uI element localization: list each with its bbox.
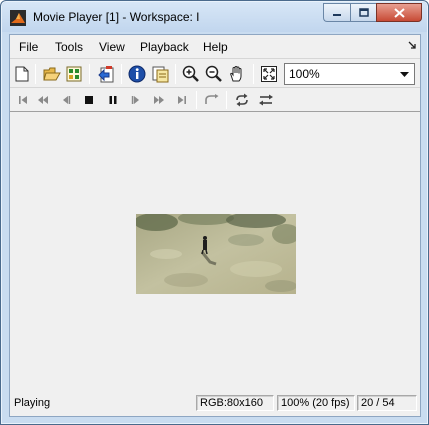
fast-forward-button[interactable] (150, 91, 168, 109)
toolbar-separator (89, 64, 90, 84)
new-icon (15, 66, 29, 82)
go-to-first-icon (19, 96, 27, 104)
play-direction-button[interactable] (257, 91, 275, 109)
import-button[interactable] (64, 64, 84, 84)
toolbar-separator (226, 91, 227, 109)
go-to-last-button[interactable] (173, 91, 191, 109)
loop-button[interactable] (233, 91, 251, 109)
info-icon (128, 65, 146, 83)
dock-arrow-icon[interactable] (408, 41, 416, 49)
import-icon (66, 66, 82, 82)
step-back-icon (63, 96, 71, 104)
properties-icon (152, 66, 169, 83)
close-button[interactable] (376, 3, 422, 22)
stop-button[interactable] (80, 91, 98, 109)
info-button[interactable] (127, 64, 147, 84)
toolbar-separator (35, 64, 36, 84)
playback-toolbar (10, 89, 420, 112)
movie-frame-image-graphic (136, 214, 296, 294)
frame-counter: 20 / 54 (357, 395, 417, 411)
zoom-out-icon (205, 65, 222, 82)
zoom-in-button[interactable] (181, 64, 201, 84)
status-bar: Playing RGB:80x160 100% (20 fps) 20 / 54 (10, 392, 420, 416)
toolbar-separator (121, 64, 122, 84)
main-toolbar: 100% (10, 60, 420, 88)
play-direction-icon (259, 94, 273, 106)
menu-help[interactable]: Help (203, 40, 228, 54)
jump-to-icon (205, 94, 219, 104)
minimize-icon (333, 13, 341, 16)
zoom-level-select[interactable]: 100% (284, 63, 415, 85)
rewind-icon (38, 96, 48, 104)
pause-icon (109, 96, 117, 104)
stop-icon (85, 96, 93, 104)
go-to-last-icon (178, 96, 186, 104)
toolbar-separator (175, 64, 176, 84)
fit-to-window-icon (261, 66, 277, 82)
menu-playback[interactable]: Playback (140, 40, 189, 54)
playback-state: Playing (14, 397, 51, 409)
rewind-button[interactable] (34, 91, 52, 109)
pan-hand-icon (230, 65, 242, 82)
open-icon (43, 67, 61, 81)
matlab-icon (10, 10, 26, 26)
movie-frame-image (136, 214, 296, 294)
title-bar[interactable]: Movie Player [1] - Workspace: I (2, 2, 427, 32)
toolbar-separator (196, 91, 197, 109)
new-button[interactable] (12, 64, 32, 84)
maximize-button[interactable] (350, 3, 376, 22)
fast-forward-icon (154, 96, 164, 104)
zoom-in-icon (182, 65, 199, 82)
fit-to-window-button[interactable] (259, 64, 279, 84)
jump-to-button[interactable] (203, 91, 221, 109)
go-to-first-button[interactable] (14, 91, 32, 109)
menu-file[interactable]: File (19, 40, 38, 54)
image-info: RGB:80x160 (196, 395, 274, 411)
export-icon (98, 66, 114, 83)
step-forward-button[interactable] (127, 91, 145, 109)
open-button[interactable] (42, 64, 62, 84)
step-forward-icon (131, 96, 139, 104)
menu-tools[interactable]: Tools (55, 40, 83, 54)
properties-button[interactable] (150, 64, 170, 84)
maximize-icon (358, 8, 369, 17)
close-icon (393, 7, 405, 18)
chevron-down-icon (400, 72, 409, 77)
pan-button[interactable] (227, 64, 247, 84)
loop-icon (236, 93, 248, 107)
video-display-area[interactable] (10, 113, 420, 392)
menu-bar: File Tools View Playback Help (10, 35, 420, 59)
pause-button[interactable] (104, 91, 122, 109)
menu-view[interactable]: View (99, 40, 125, 54)
movie-player-window: Movie Player [1] - Workspace: I File Too… (0, 0, 429, 425)
zoom-fps: 100% (20 fps) (277, 395, 355, 411)
zoom-out-button[interactable] (204, 64, 224, 84)
step-back-button[interactable] (57, 91, 75, 109)
minimize-button[interactable] (323, 3, 350, 22)
client-area: File Tools View Playback Help 100% Playi… (9, 34, 421, 417)
toolbar-separator (253, 64, 254, 84)
window-title: Movie Player [1] - Workspace: I (33, 10, 200, 24)
zoom-level-value: 100% (289, 67, 320, 81)
caption-buttons (323, 3, 422, 22)
export-button[interactable] (96, 64, 116, 84)
